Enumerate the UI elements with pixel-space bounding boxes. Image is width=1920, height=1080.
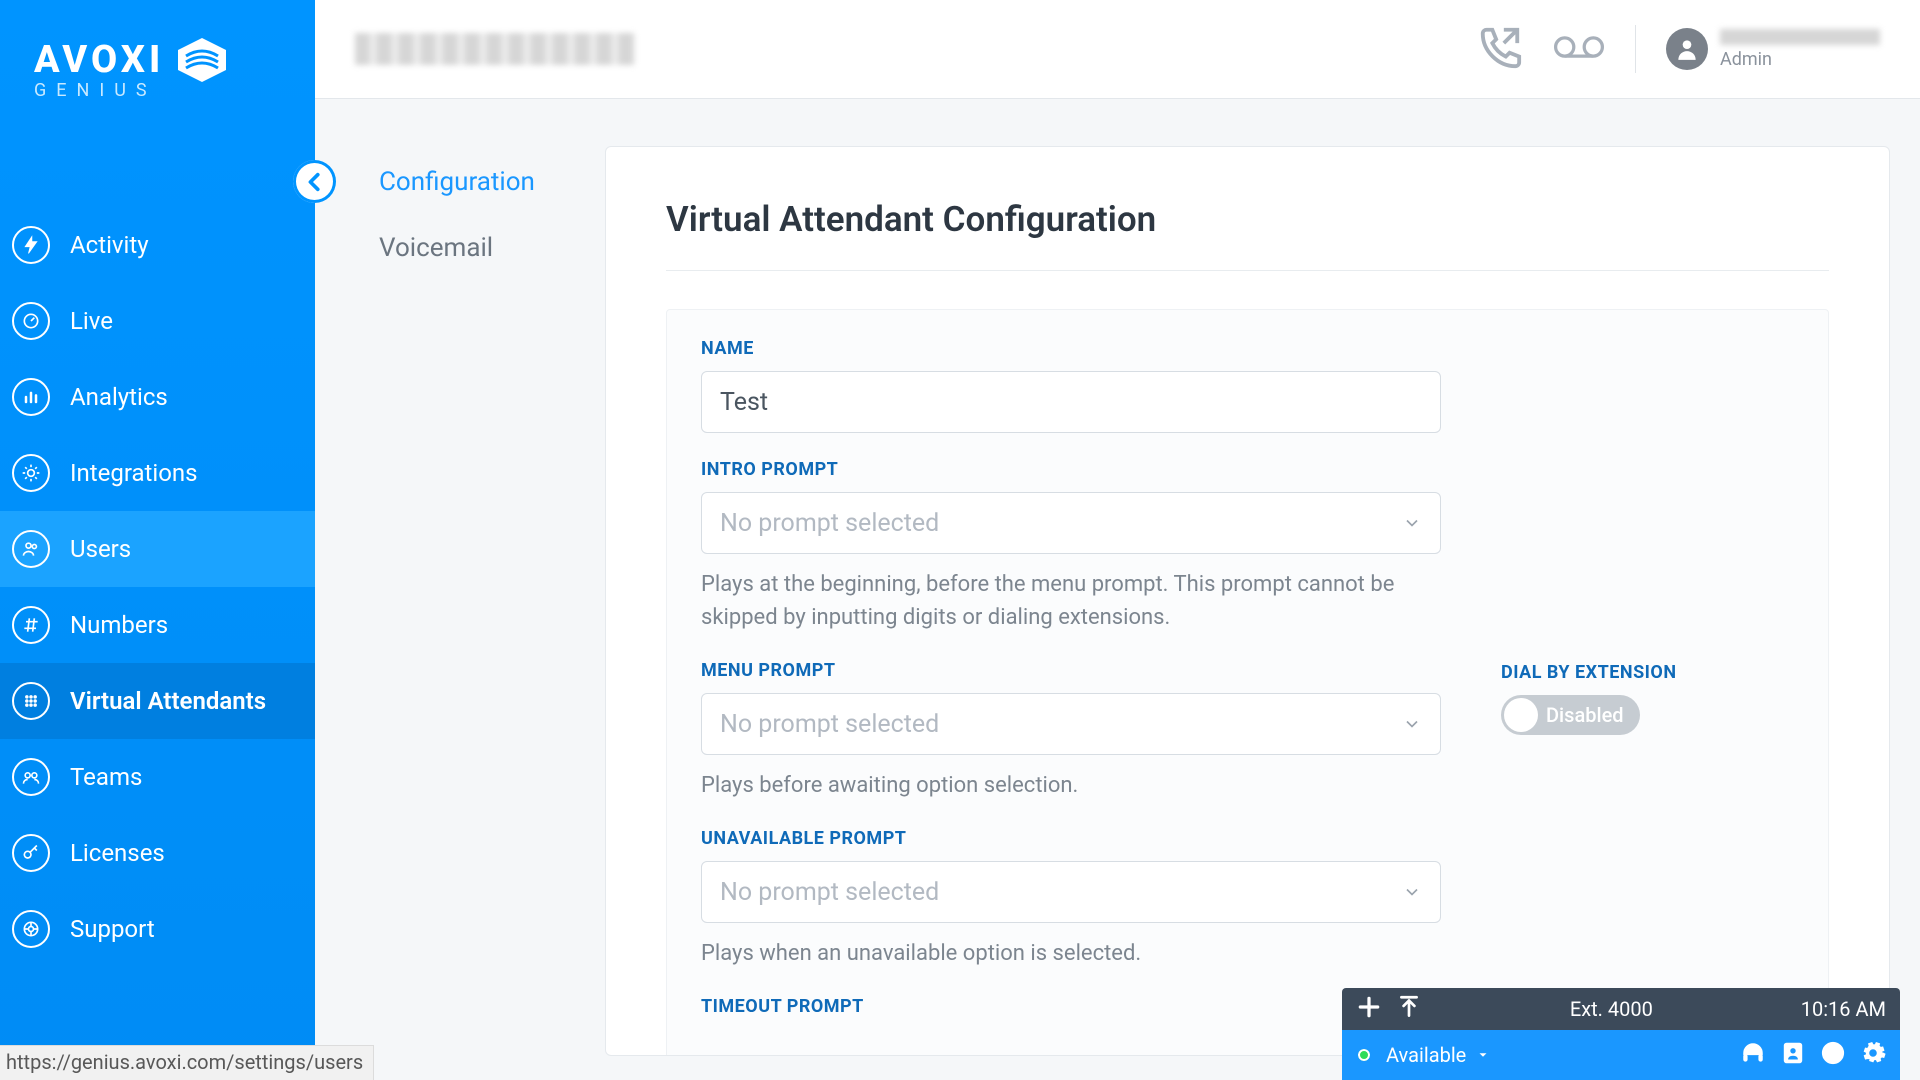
breadcrumb-redacted — [355, 33, 635, 65]
sidebar-item-label: Licenses — [70, 839, 165, 867]
sidebar-nav: Activity Live Analytics Integrations Use… — [0, 207, 315, 967]
headset-icon[interactable] — [1740, 1040, 1766, 1071]
menu-prompt-label: MENU PROMPT — [701, 660, 1441, 681]
voicemail-icon[interactable] — [1553, 29, 1605, 69]
brand-subtitle: GENIUS — [34, 80, 281, 101]
brand-icon — [174, 36, 230, 84]
divider — [1635, 25, 1636, 73]
sidebar-item-virtual-attendants[interactable]: Virtual Attendants — [0, 663, 315, 739]
support-icon — [12, 910, 50, 948]
toggle-knob — [1504, 698, 1538, 732]
sub-nav: Configuration Voicemail — [315, 99, 605, 281]
contacts-icon[interactable] — [1780, 1040, 1806, 1071]
softphone-status-label: Available — [1386, 1043, 1466, 1067]
sidebar-item-teams[interactable]: Teams — [0, 739, 315, 815]
bolt-icon — [12, 226, 50, 264]
sidebar-item-licenses[interactable]: Licenses — [0, 815, 315, 891]
sidebar-item-analytics[interactable]: Analytics — [0, 359, 315, 435]
unavailable-prompt-help: Plays when an unavailable option is sele… — [701, 937, 1441, 970]
brand-name: AVOXI — [34, 38, 164, 82]
softphone-extension: Ext. 4000 — [1570, 997, 1653, 1021]
softphone-status-select[interactable]: Available — [1386, 1043, 1490, 1067]
sidebar-item-label: Activity — [70, 231, 149, 259]
softphone-expand-button[interactable] — [1396, 994, 1422, 1025]
sidebar: AVOXI GENIUS Activity Live Analytics Int… — [0, 0, 315, 1080]
sidebar-item-integrations[interactable]: Integrations — [0, 435, 315, 511]
unavailable-prompt-label: UNAVAILABLE PROMPT — [701, 828, 1441, 849]
gear-icon — [12, 454, 50, 492]
status-dot-icon — [1356, 1047, 1372, 1063]
sidebar-item-label: Virtual Attendants — [70, 687, 266, 715]
intro-prompt-help: Plays at the beginning, before the menu … — [701, 568, 1441, 634]
softphone-top-bar: Ext. 4000 10:16 AM — [1342, 988, 1900, 1030]
softphone-widget: Ext. 4000 10:16 AM Available — [1342, 988, 1900, 1080]
softphone-time: 10:16 AM — [1801, 997, 1886, 1021]
avatar-icon — [1666, 28, 1708, 70]
sidebar-item-users[interactable]: Users — [0, 511, 315, 587]
brand-logo: AVOXI GENIUS — [0, 0, 315, 141]
user-role: Admin — [1720, 49, 1880, 70]
key-icon — [12, 834, 50, 872]
timeout-prompt-label: TIMEOUT PROMPT — [701, 996, 1441, 1017]
chevron-down-icon — [1402, 714, 1422, 734]
chevron-down-icon — [1402, 513, 1422, 533]
page-title: Virtual Attendant Configuration — [666, 199, 1829, 240]
status-bar-url: https://genius.avoxi.com/settings/users — [0, 1045, 374, 1080]
chart-icon — [12, 378, 50, 416]
divider — [666, 270, 1829, 271]
sidebar-item-activity[interactable]: Activity — [0, 207, 315, 283]
toggle-state-label: Disabled — [1546, 703, 1624, 727]
sidebar-item-label: Analytics — [70, 383, 168, 411]
dial-by-extension-toggle[interactable]: Disabled — [1501, 695, 1640, 735]
user-name-redacted — [1720, 29, 1880, 45]
sidebar-item-label: Users — [70, 535, 131, 563]
outbound-call-icon[interactable] — [1477, 24, 1523, 74]
name-label: NAME — [701, 338, 1441, 359]
gauge-icon — [12, 302, 50, 340]
sidebar-item-support[interactable]: Support — [0, 891, 315, 967]
select-placeholder: No prompt selected — [720, 509, 939, 538]
sidebar-item-label: Numbers — [70, 611, 168, 639]
name-input[interactable] — [701, 371, 1441, 433]
history-icon[interactable] — [1820, 1040, 1846, 1071]
sidebar-item-label: Integrations — [70, 459, 198, 487]
subnav-item-voicemail[interactable]: Voicemail — [379, 215, 605, 281]
settings-icon[interactable] — [1860, 1040, 1886, 1071]
sidebar-item-label: Live — [70, 307, 113, 335]
sidebar-item-numbers[interactable]: Numbers — [0, 587, 315, 663]
team-icon — [12, 758, 50, 796]
softphone-add-button[interactable] — [1356, 994, 1382, 1025]
topbar: Admin — [315, 0, 1920, 99]
dialpad-icon — [12, 682, 50, 720]
config-panel: Virtual Attendant Configuration NAME INT… — [605, 146, 1890, 1056]
form-card: NAME INTRO PROMPT No prompt selected Pla… — [666, 309, 1829, 1056]
select-placeholder: No prompt selected — [720, 710, 939, 739]
chevron-down-icon — [1402, 882, 1422, 902]
intro-prompt-select[interactable]: No prompt selected — [701, 492, 1441, 554]
user-menu[interactable]: Admin — [1666, 28, 1880, 70]
menu-prompt-select[interactable]: No prompt selected — [701, 693, 1441, 755]
intro-prompt-label: INTRO PROMPT — [701, 459, 1441, 480]
caret-down-icon — [1476, 1048, 1490, 1062]
sidebar-item-label: Support — [70, 915, 155, 943]
sidebar-item-label: Teams — [70, 763, 142, 791]
subnav-item-configuration[interactable]: Configuration — [379, 149, 605, 215]
dial-by-extension-label: DIAL BY EXTENSION — [1501, 662, 1794, 683]
menu-prompt-help: Plays before awaiting option selection. — [701, 769, 1441, 802]
softphone-status-bar: Available — [1342, 1030, 1900, 1080]
hash-icon — [12, 606, 50, 644]
select-placeholder: No prompt selected — [720, 878, 939, 907]
sidebar-item-live[interactable]: Live — [0, 283, 315, 359]
unavailable-prompt-select[interactable]: No prompt selected — [701, 861, 1441, 923]
users-icon — [12, 530, 50, 568]
